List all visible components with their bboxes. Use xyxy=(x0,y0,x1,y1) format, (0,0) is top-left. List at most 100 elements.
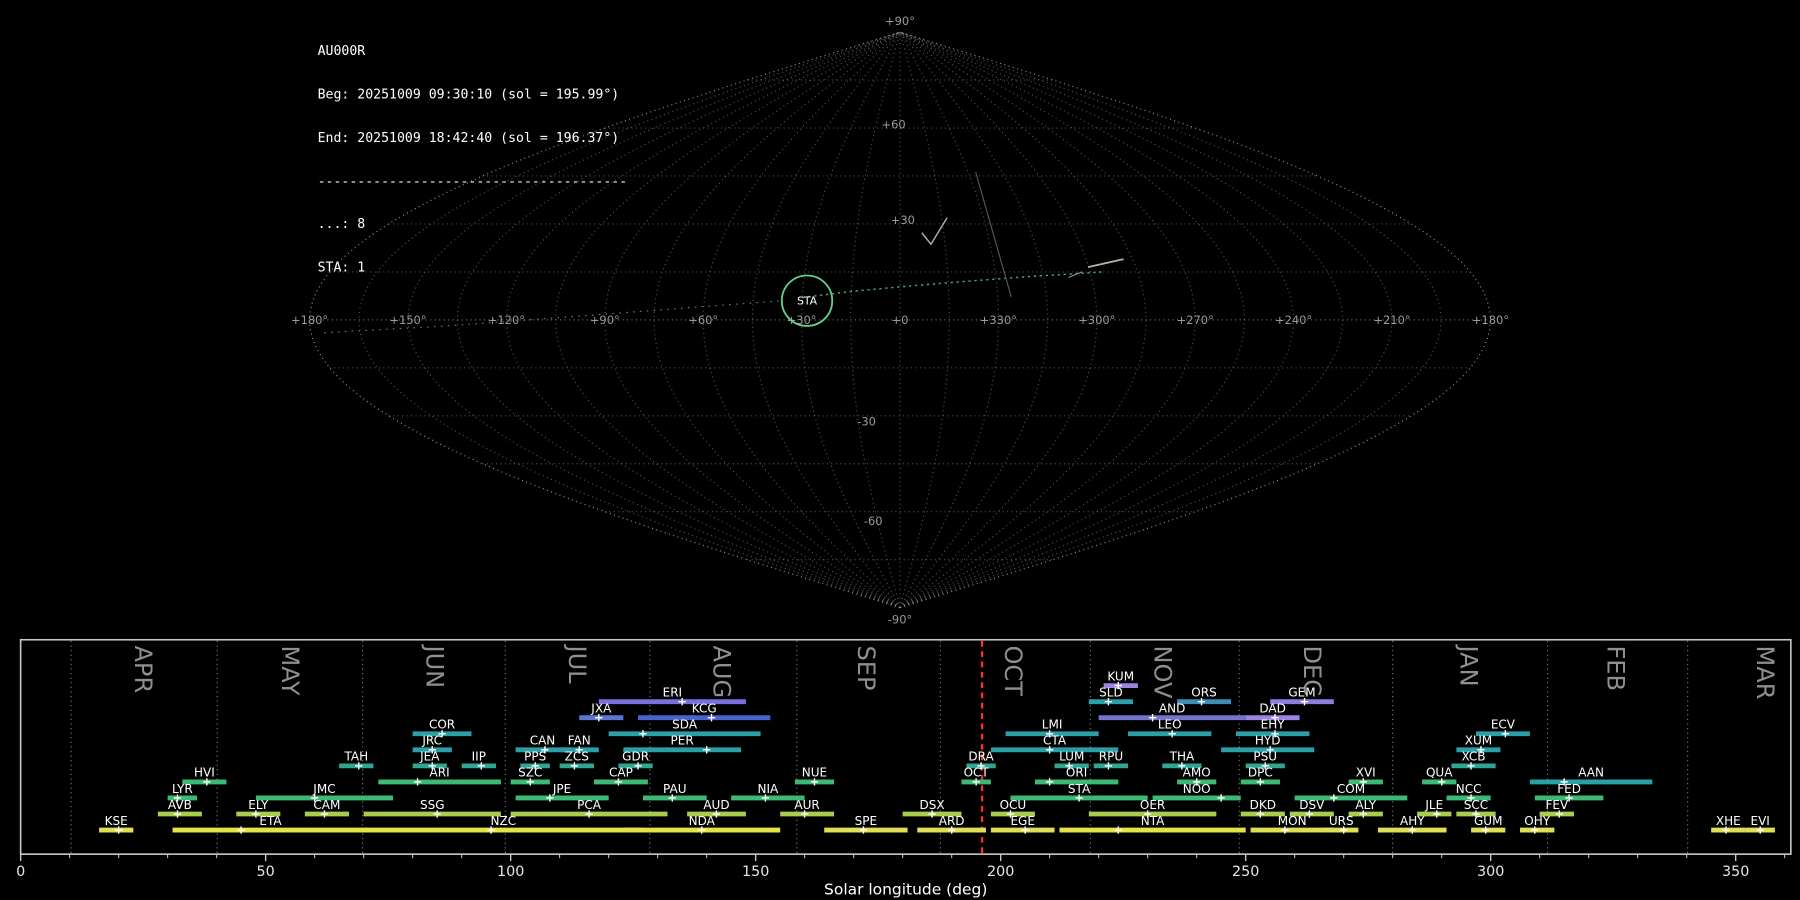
peak-marker-NTA xyxy=(1114,826,1122,834)
shower-label-LEO: LEO xyxy=(1158,718,1182,732)
shower-label-XCB: XCB xyxy=(1462,750,1486,764)
shower-label-AUR: AUR xyxy=(794,798,819,812)
shower-label-JRC: JRC xyxy=(421,734,442,748)
shower-label-DRA: DRA xyxy=(968,750,994,764)
month-label: OCT xyxy=(999,645,1027,696)
month-label: JAN xyxy=(1455,643,1483,686)
month-label: MAR xyxy=(1751,645,1779,699)
shower-label-FEV: FEV xyxy=(1545,798,1569,812)
shower-label-ORI: ORI xyxy=(1066,766,1087,780)
shower-label-HYD: HYD xyxy=(1255,734,1281,748)
shower-label-XVI: XVI xyxy=(1356,766,1376,780)
peak-marker-ETA xyxy=(237,826,245,834)
shower-label-PCA: PCA xyxy=(577,798,602,812)
shower-label-ERI: ERI xyxy=(663,685,682,699)
shower-label-JMC: JMC xyxy=(312,782,335,796)
shower-label-PPS: PPS xyxy=(524,750,546,764)
shower-label-DSV: DSV xyxy=(1299,798,1325,812)
shower-label-IIP: IIP xyxy=(472,750,486,764)
shower-label-GEM: GEM xyxy=(1288,685,1315,699)
shower-label-JPE: JPE xyxy=(552,782,571,796)
shower-label-MON: MON xyxy=(1278,814,1307,828)
equator-label: +240° xyxy=(1275,313,1312,327)
shower-label-PAU: PAU xyxy=(663,782,686,796)
shower-label-PER: PER xyxy=(671,734,694,748)
meteor-trail xyxy=(921,217,948,246)
month-label: SEP xyxy=(852,645,880,690)
equator-label: +0 xyxy=(892,313,909,327)
month-label: JUL xyxy=(563,643,591,684)
shower-label-JEA: JEA xyxy=(419,750,440,764)
pole-label: -90° xyxy=(888,613,912,627)
peak-marker-PER xyxy=(703,746,711,754)
equator-label: +180° xyxy=(1472,313,1509,327)
shower-label-AVB: AVB xyxy=(168,798,192,812)
x-tick-label: 300 xyxy=(1477,864,1504,880)
shower-label-DAD: DAD xyxy=(1259,702,1286,716)
shower-label-SDA: SDA xyxy=(672,718,698,732)
shower-label-AUD: AUD xyxy=(703,798,729,812)
shower-label-TAH: TAH xyxy=(343,750,368,764)
month-label: MAY xyxy=(276,645,304,695)
peak-marker-NOO xyxy=(1217,794,1225,802)
shower-label-NIA: NIA xyxy=(758,782,780,796)
x-tick-label: 150 xyxy=(742,864,769,880)
shower-label-AAN: AAN xyxy=(1578,766,1604,780)
shower-label-GDR: GDR xyxy=(622,750,649,764)
latitude-label: -60 xyxy=(864,514,883,528)
shower-label-NCC: NCC xyxy=(1456,782,1482,796)
equator-label: +270° xyxy=(1177,313,1214,327)
equator-label: +210° xyxy=(1373,313,1410,327)
equator-label: +60° xyxy=(688,313,718,327)
shower-label-STA: STA xyxy=(1068,782,1091,796)
equator-label: +300° xyxy=(1078,313,1115,327)
shower-label-ARD: ARD xyxy=(939,814,965,828)
shower-label-QUA: QUA xyxy=(1426,766,1453,780)
radiant-label: STA xyxy=(797,295,818,308)
shower-label-SPE: SPE xyxy=(855,814,877,828)
latitude-label: +60 xyxy=(882,117,906,131)
shower-label-EHY: EHY xyxy=(1261,718,1286,732)
shower-label-CAP: CAP xyxy=(609,766,633,780)
radiant-track xyxy=(802,271,1103,299)
shower-label-ECV: ECV xyxy=(1491,718,1516,732)
x-tick-label: 100 xyxy=(497,864,524,880)
shower-label-LMI: LMI xyxy=(1042,718,1063,732)
shower-label-XHE: XHE xyxy=(1716,814,1741,828)
shower-label-JLE: JLE xyxy=(1424,798,1443,812)
sky-map: +180° +150° +120° +90° +60° +30° +0 +330° +300° +… xyxy=(291,14,1509,627)
shower-label-OCT: OCT xyxy=(964,766,990,780)
month-label: NOV xyxy=(1148,645,1176,699)
shower-label-KUM: KUM xyxy=(1107,669,1134,683)
shower-label-SCC: SCC xyxy=(1464,798,1488,812)
shower-label-NUE: NUE xyxy=(802,766,827,780)
shower-label-ALY: ALY xyxy=(1355,798,1376,812)
shower-label-FAN: FAN xyxy=(568,734,591,748)
shower-label-KSE: KSE xyxy=(105,814,128,828)
month-label: APR xyxy=(129,645,157,693)
latitude-label: -30 xyxy=(857,415,876,429)
shower-label-COM: COM xyxy=(1337,782,1365,796)
shower-label-ELY: ELY xyxy=(248,798,269,812)
shower-label-DSX: DSX xyxy=(919,798,944,812)
shower-label-COR: COR xyxy=(429,718,455,732)
shower-label-XUM: XUM xyxy=(1465,734,1492,748)
shower-label-CAN: CAN xyxy=(530,734,556,748)
equator-label: +90° xyxy=(590,313,620,327)
shower-label-AND: AND xyxy=(1159,702,1185,716)
equator-label: +330° xyxy=(980,313,1017,327)
shower-label-LUM: LUM xyxy=(1059,750,1084,764)
equator-label: +120° xyxy=(488,313,525,327)
shower-label-THA: THA xyxy=(1169,750,1195,764)
shower-label-GUM: GUM xyxy=(1474,814,1502,828)
x-tick-label: 350 xyxy=(1722,864,1749,880)
shower-label-RPU: RPU xyxy=(1099,750,1123,764)
shower-label-OHY: OHY xyxy=(1524,814,1550,828)
x-tick-label: 200 xyxy=(987,864,1014,880)
shower-label-ORS: ORS xyxy=(1191,685,1216,699)
shower-label-URS: URS xyxy=(1329,814,1354,828)
shower-label-SLD: SLD xyxy=(1099,685,1123,699)
shower-label-OCU: OCU xyxy=(1000,798,1027,812)
shower-label-PSU: PSU xyxy=(1253,750,1277,764)
peak-marker-AND xyxy=(1148,714,1157,722)
